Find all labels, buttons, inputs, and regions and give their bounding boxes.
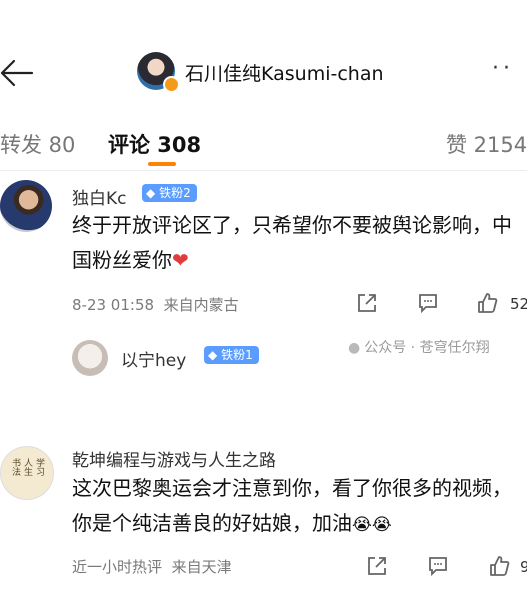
reply-username[interactable]: 以宁hey [121, 346, 186, 371]
heart-icon: ❤ [172, 248, 189, 272]
comment-location: 来自天津 [171, 558, 232, 576]
diamond-icon: ◆ [208, 348, 218, 362]
comment-timestamp: 近一小时热评 [72, 558, 163, 576]
diamond-icon: ◆ [146, 186, 156, 200]
tab-likes[interactable]: 赞 2154 [446, 129, 527, 159]
comment-timestamp: 8-23 01:58 [72, 296, 155, 314]
tab-comments[interactable]: 评论 308 [108, 129, 201, 159]
crying-emoji-icon: 😭😭 [352, 515, 392, 535]
comment-icon[interactable] [417, 292, 439, 314]
comment-meta: 近一小时热评 来自天津 [72, 556, 232, 577]
tab-repost[interactable]: 转发 80 [0, 129, 75, 159]
fan-badge: ◆ 铁粉2 [142, 184, 197, 202]
comment-text: 终于开放评论区了，只希望你不要被舆论影响，中国粉丝爱你❤ [72, 208, 527, 278]
comment-username[interactable]: 乾坤编程与游戏与人生之路 [72, 446, 276, 471]
fan-badge-label: 铁粉2 [159, 186, 191, 200]
watermark: ● 公众号 · 苍穹任尔翔 [348, 337, 490, 357]
watermark-text: 公众号 · 苍穹任尔翔 [364, 340, 490, 356]
thumbs-up-icon[interactable] [476, 292, 498, 314]
divider [0, 170, 527, 171]
active-tab-indicator [148, 162, 176, 166]
comment-location: 来自内蒙古 [163, 296, 239, 314]
comment-icon[interactable] [427, 555, 449, 577]
page-title[interactable]: 石川佳纯Kasumi-chan [185, 59, 384, 86]
fan-badge: ◆ 铁粉1 [204, 346, 259, 364]
fan-badge-label: 铁粉1 [221, 348, 253, 362]
wechat-icon: ● [348, 340, 361, 356]
share-icon[interactable] [366, 555, 388, 577]
avatar[interactable] [72, 340, 108, 376]
avatar[interactable]: 书法 人生 学习 [0, 446, 54, 500]
more-horizontal-icon[interactable]: ·· [492, 56, 514, 81]
like-count: 52 [510, 295, 527, 313]
verified-badge-icon [163, 76, 180, 93]
share-icon[interactable] [356, 292, 378, 314]
comment-username[interactable]: 独白Kc [72, 184, 127, 209]
comment-body: 这次巴黎奥运会才注意到你，看了你很多的视频，你是个纯洁善良的好姑娘，加油 [72, 476, 512, 535]
comment-body: 终于开放评论区了，只希望你不要被舆论影响，中国粉丝爱你 [72, 213, 512, 272]
back-arrow-icon[interactable] [0, 55, 34, 91]
like-count: 9 [520, 558, 527, 576]
comment-meta: 8-23 01:58 来自内蒙古 [72, 294, 239, 315]
avatar[interactable] [0, 180, 52, 232]
comment-text: 这次巴黎奥运会才注意到你，看了你很多的视频，你是个纯洁善良的好姑娘，加油😭😭 [72, 471, 527, 543]
thumbs-up-icon[interactable] [488, 555, 510, 577]
